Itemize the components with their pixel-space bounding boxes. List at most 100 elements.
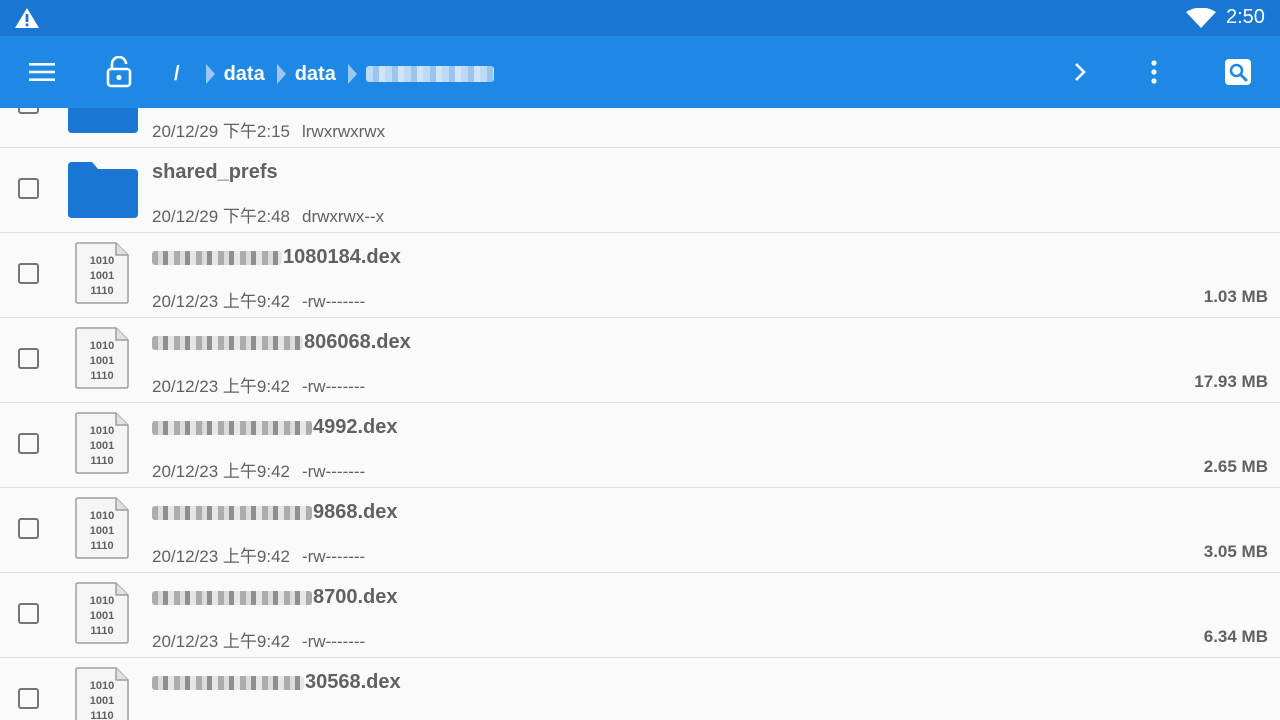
binary-file-icon: 1010 1001 1110: [75, 412, 129, 474]
list-item[interactable]: 1010 1001 1110 9868.dex 20/12/23 上午9:42-…: [0, 488, 1280, 573]
breadcrumb-separator-icon: [276, 64, 286, 84]
unlock-icon[interactable]: [97, 50, 141, 94]
file-size: 6.34 MB: [1203, 627, 1268, 646]
list-item[interactable]: 1010 1001 1110 1080184.dex 20/12/23 上午9:…: [0, 233, 1280, 318]
select-checkbox[interactable]: [18, 603, 39, 624]
folder-icon: [68, 162, 138, 218]
select-checkbox[interactable]: [18, 108, 39, 114]
redacted-text: [152, 675, 304, 690]
file-name-suffix: 9868.dex: [313, 501, 398, 523]
select-checkbox[interactable]: [18, 263, 39, 284]
file-permissions: -rw-------: [301, 462, 366, 481]
hamburger-menu-icon[interactable]: [20, 50, 64, 94]
file-name: 30568.dex: [152, 671, 401, 694]
file-meta: 20/12/29 下午2:15 lrwxrwxrwx: [152, 117, 385, 142]
chevron-right-icon[interactable]: [1058, 50, 1102, 94]
file-date: 20/12/23 上午9:42: [152, 632, 290, 651]
file-name-suffix: 806068.dex: [304, 331, 411, 353]
breadcrumb-root[interactable]: /: [174, 63, 180, 86]
breadcrumb-item-data[interactable]: data: [295, 63, 336, 86]
file-name: 4992.dex: [152, 416, 398, 439]
file-date: 20/12/23 上午9:42: [152, 292, 290, 311]
dex-icon-text: 1110: [90, 285, 113, 297]
breadcrumb-item-data[interactable]: data: [224, 63, 265, 86]
redacted-text: [152, 420, 312, 435]
binary-file-icon: 1010 1001 1110: [75, 327, 129, 389]
dex-icon-text: 1001: [90, 525, 114, 537]
file-meta: 20/12/23 上午9:42 -rw-------: [152, 372, 365, 397]
file-size: 17.93 MB: [1194, 372, 1268, 391]
file-meta: 20/12/23 上午9:42 -rw-------: [152, 457, 365, 482]
dex-icon-text: 1010: [90, 680, 114, 692]
list-item[interactable]: 1010 1001 1110 806068.dex 20/12/23 上午9:4…: [0, 318, 1280, 403]
folder-icon: [68, 108, 138, 133]
dex-icon-text: 1110: [90, 540, 113, 552]
file-permissions: -rw-------: [301, 632, 366, 651]
file-meta: 20/12/23 上午9:42 -rw-------: [152, 542, 365, 567]
list-item[interactable]: 1010 1001 1110 30568.dex: [0, 658, 1280, 720]
file-name: 9868.dex: [152, 501, 398, 524]
file-name-suffix: 30568.dex: [305, 671, 401, 693]
file-name: 8700.dex: [152, 586, 398, 609]
binary-file-icon: 1010 1001 1110: [75, 667, 129, 720]
list-item[interactable]: shared_prefs 20/12/29 下午2:48 drwxrwx--x: [0, 148, 1280, 233]
binary-file-icon: 1010 1001 1110: [75, 582, 129, 644]
file-date: 20/12/23 上午9:42: [152, 547, 290, 566]
clock: 2:50: [1226, 6, 1265, 28]
file-name-suffix: 8700.dex: [313, 586, 398, 608]
dex-icon-text: 1010: [90, 425, 114, 437]
dex-icon-text: 1001: [90, 440, 114, 452]
file-meta: 20/12/23 上午9:42 -rw-------: [152, 287, 365, 312]
redacted-text: [152, 505, 312, 520]
breadcrumb-item-redacted[interactable]: [365, 66, 494, 82]
file-name-suffix: 1080184.dex: [283, 246, 401, 268]
file-size: 1.03 MB: [1203, 287, 1268, 306]
file-size: 3.05 MB: [1203, 542, 1268, 561]
redacted-text: [152, 335, 303, 350]
dex-icon-text: 1001: [90, 270, 114, 282]
dex-icon-text: 1010: [90, 340, 114, 352]
toolbar: / data data: [0, 36, 1280, 133]
search-icon[interactable]: [1216, 50, 1260, 94]
select-checkbox[interactable]: [18, 433, 39, 454]
breadcrumb: / data data: [160, 54, 494, 94]
binary-file-icon: 1010 1001 1110: [75, 242, 129, 304]
wifi-icon: [1186, 8, 1216, 28]
status-bar: 2:50: [0, 0, 1280, 36]
redacted-text: [152, 590, 312, 605]
file-permissions: -rw-------: [301, 547, 366, 566]
file-name: 1080184.dex: [152, 246, 401, 269]
dex-icon-text: 1001: [90, 355, 114, 367]
file-name: 806068.dex: [152, 331, 411, 354]
select-checkbox[interactable]: [18, 348, 39, 369]
dex-icon-text: 1110: [90, 625, 113, 637]
file-list[interactable]: 20/12/29 下午2:15 lrwxrwxrwx shared_prefs 2…: [0, 108, 1280, 720]
select-checkbox[interactable]: [18, 178, 39, 199]
dex-icon-text: 1110: [90, 455, 113, 467]
dex-icon-text: 1010: [90, 595, 114, 607]
list-item[interactable]: 1010 1001 1110 8700.dex 20/12/23 上午9:42-…: [0, 573, 1280, 658]
file-permissions: -rw-------: [301, 292, 366, 311]
file-name-suffix: 4992.dex: [313, 416, 398, 438]
file-permissions: drwxrwx--x: [301, 207, 385, 226]
binary-file-icon: 1010 1001 1110: [75, 497, 129, 559]
dex-icon-text: 1110: [90, 710, 113, 720]
redacted-text: [152, 250, 282, 265]
file-date: 20/12/29 下午2:48: [152, 207, 290, 226]
warning-triangle-icon: [15, 8, 39, 28]
file-date: 20/12/29 下午2:15: [152, 122, 290, 141]
file-date: 20/12/23 上午9:42: [152, 377, 290, 396]
more-vertical-icon[interactable]: [1132, 50, 1176, 94]
file-size: 2.65 MB: [1203, 457, 1268, 476]
breadcrumb-separator-icon: [347, 64, 357, 84]
dex-icon-text: 1110: [90, 370, 113, 382]
file-permissions: -rw-------: [301, 377, 366, 396]
file-meta: 20/12/29 下午2:48 drwxrwx--x: [152, 202, 384, 227]
list-item[interactable]: 20/12/29 下午2:15 lrwxrwxrwx: [0, 108, 1280, 148]
list-item[interactable]: 1010 1001 1110 4992.dex 20/12/23 上午9:42-…: [0, 403, 1280, 488]
dex-icon-text: 1010: [90, 255, 114, 267]
dex-icon-text: 1001: [90, 610, 114, 622]
select-checkbox[interactable]: [18, 688, 39, 709]
select-checkbox[interactable]: [18, 518, 39, 539]
breadcrumb-separator-icon: [205, 64, 215, 84]
